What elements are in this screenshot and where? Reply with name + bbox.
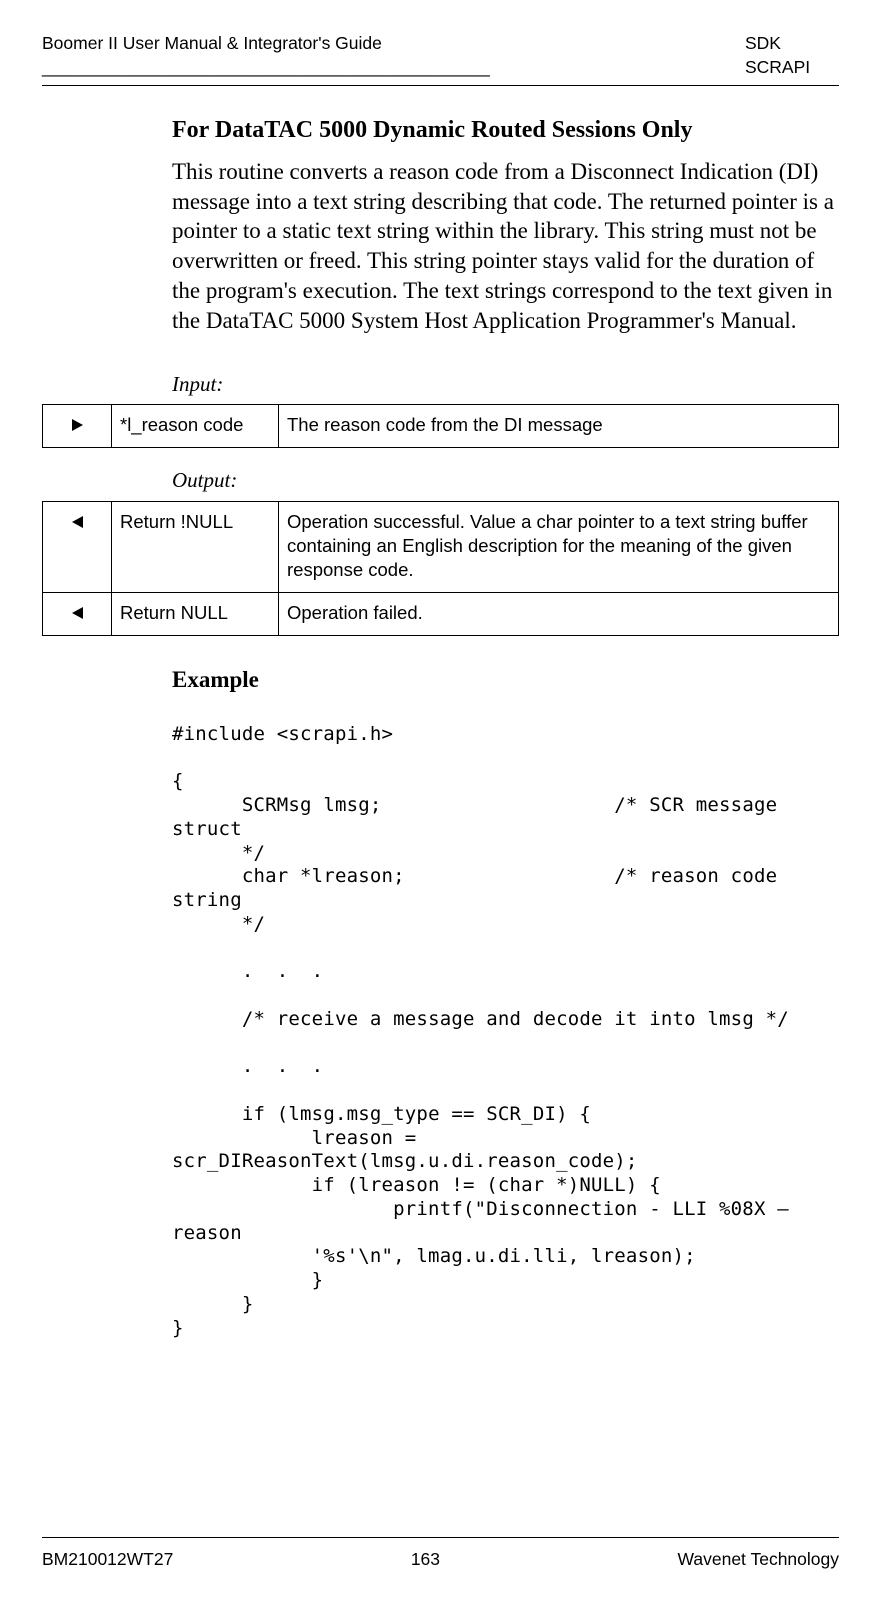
table-row: *l_reason code The reason code from the … bbox=[43, 405, 839, 448]
input-key: *l_reason code bbox=[112, 405, 279, 448]
arrow-left-icon bbox=[43, 501, 112, 592]
page-header: Boomer II User Manual & Integrator's Gui… bbox=[42, 32, 839, 86]
output-label: Output: bbox=[172, 466, 839, 494]
header-left: Boomer II User Manual & Integrator's Gui… bbox=[42, 32, 745, 79]
header-right: SDK SCRAPI bbox=[745, 32, 839, 79]
footer-right: Wavenet Technology bbox=[678, 1548, 840, 1572]
content-column: For DataTAC 5000 Dynamic Routed Sessions… bbox=[42, 114, 839, 1340]
example-heading: Example bbox=[172, 664, 839, 695]
code-block: #include <scrapi.h> { SCRMsg lmsg; /* SC… bbox=[172, 723, 839, 1341]
body-paragraph: This routine converts a reason code from… bbox=[172, 157, 839, 336]
input-table: *l_reason code The reason code from the … bbox=[42, 404, 839, 448]
section-title: For DataTAC 5000 Dynamic Routed Sessions… bbox=[172, 114, 839, 146]
output-key: Return !NULL bbox=[112, 501, 279, 592]
output-desc: Operation failed. bbox=[279, 592, 839, 635]
table-row: Return NULL Operation failed. bbox=[43, 592, 839, 635]
page-footer: BM210012WT27 163 Wavenet Technology bbox=[42, 1537, 839, 1572]
table-row: Return !NULL Operation successful. Value… bbox=[43, 501, 839, 592]
input-desc: The reason code from the DI message bbox=[279, 405, 839, 448]
input-label: Input: bbox=[172, 370, 839, 398]
arrow-left-icon bbox=[43, 592, 112, 635]
footer-center: 163 bbox=[411, 1548, 440, 1572]
output-key: Return NULL bbox=[112, 592, 279, 635]
output-desc: Operation successful. Value a char point… bbox=[279, 501, 839, 592]
arrow-right-icon bbox=[43, 405, 112, 448]
output-table: Return !NULL Operation successful. Value… bbox=[42, 501, 839, 636]
header-left-text: Boomer II User Manual & Integrator's Gui… bbox=[42, 33, 382, 53]
footer-left: BM210012WT27 bbox=[42, 1548, 173, 1572]
page: Boomer II User Manual & Integrator's Gui… bbox=[0, 0, 881, 1604]
header-underscore: ________________________________________… bbox=[42, 57, 490, 77]
